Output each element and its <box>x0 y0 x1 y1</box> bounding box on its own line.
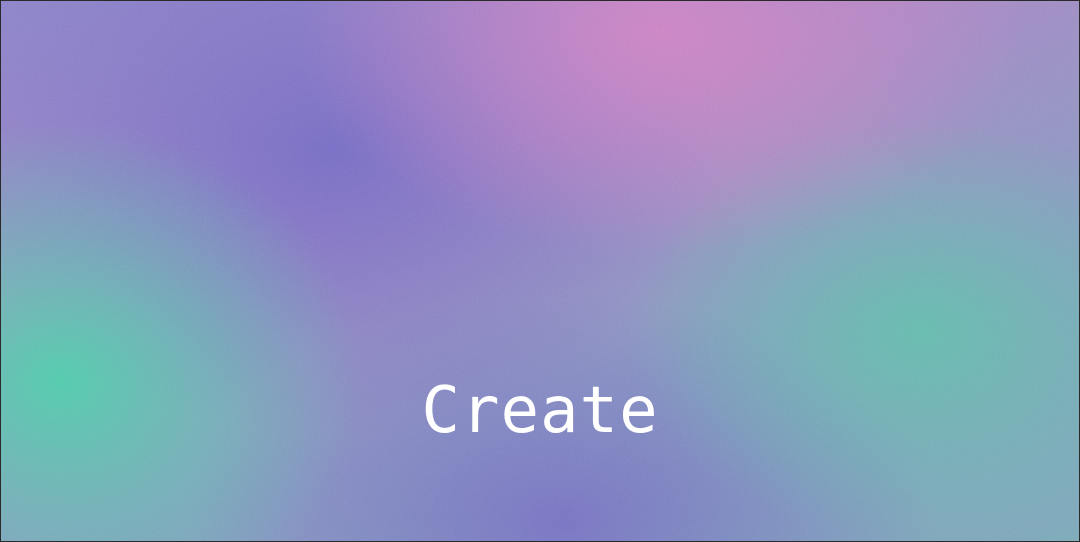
banner-title: Create <box>421 374 659 448</box>
banner: Create <box>0 0 1080 542</box>
grain-texture <box>1 1 1079 541</box>
